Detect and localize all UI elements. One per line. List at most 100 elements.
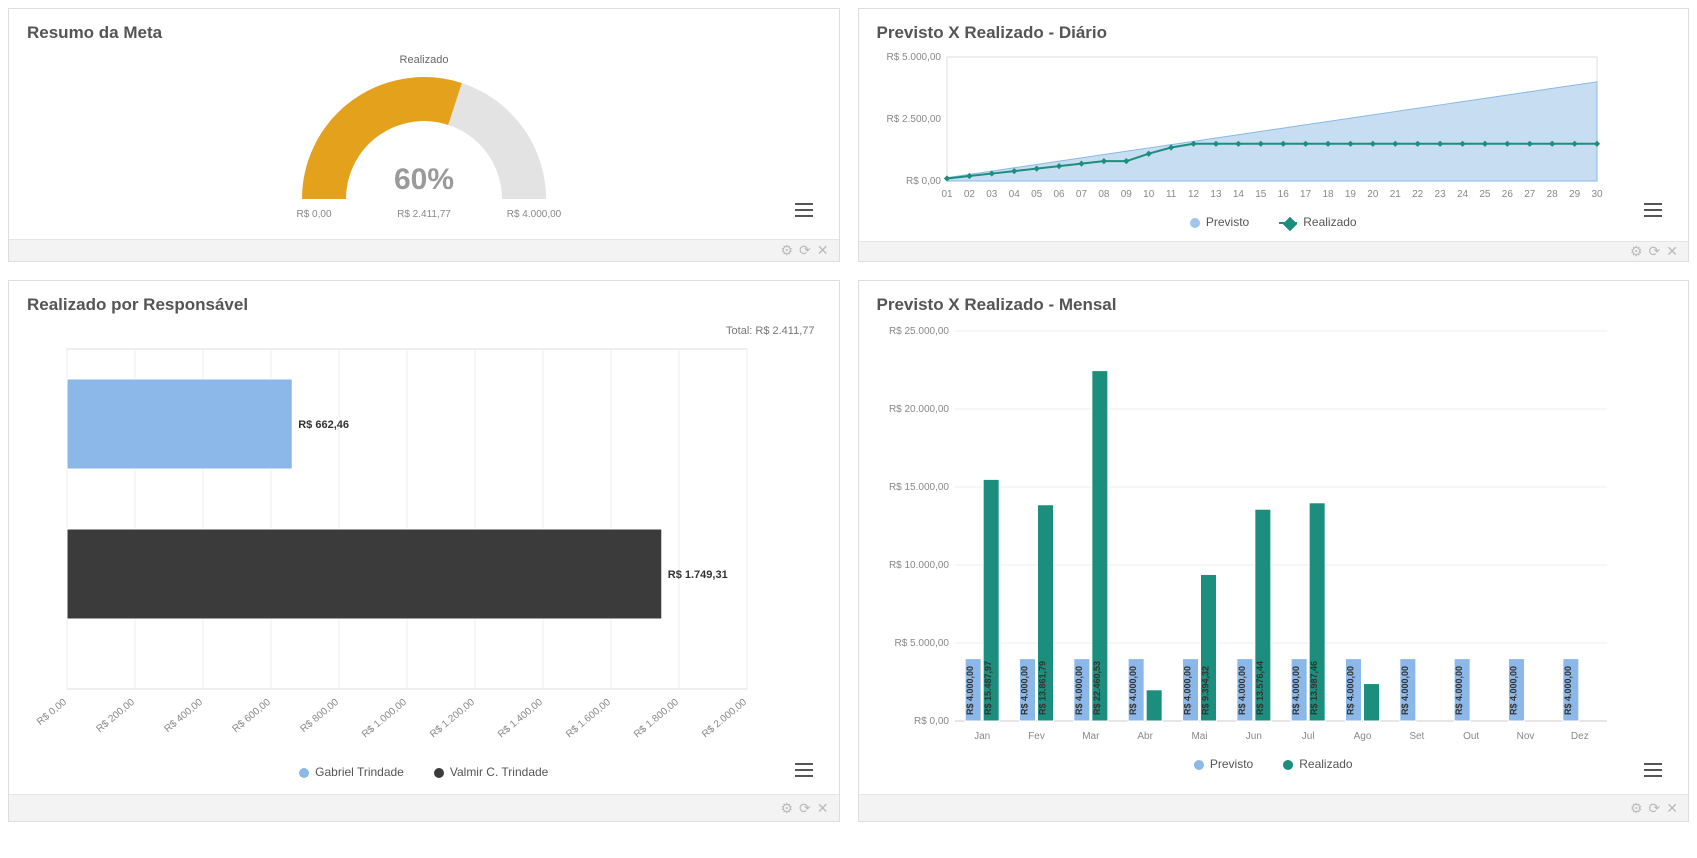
chart-menu-button[interactable] <box>795 763 813 777</box>
gear-icon[interactable]: ⚙ <box>1630 243 1643 260</box>
svg-text:R$ 4.000,00: R$ 4.000,00 <box>1345 666 1355 715</box>
svg-text:R$ 0,00: R$ 0,00 <box>905 176 940 187</box>
svg-text:30: 30 <box>1591 189 1603 200</box>
refresh-icon[interactable]: ⟳ <box>1649 243 1661 260</box>
svg-text:Ago: Ago <box>1353 731 1371 742</box>
svg-text:R$ 4.000,00: R$ 4.000,00 <box>1019 666 1029 715</box>
card-title: Previsto X Realizado - Diário <box>859 9 1689 49</box>
svg-text:R$ 4.000,00: R$ 4.000,00 <box>1182 666 1192 715</box>
svg-text:R$ 800,00: R$ 800,00 <box>298 697 341 735</box>
svg-text:Set: Set <box>1409 731 1424 742</box>
card-footer: ⚙ ⟳ ✕ <box>859 794 1689 821</box>
svg-text:R$ 4.000,00: R$ 4.000,00 <box>1399 666 1409 715</box>
svg-text:27: 27 <box>1524 189 1536 200</box>
refresh-icon[interactable]: ⟳ <box>1649 800 1661 817</box>
svg-text:R$ 2.000,00: R$ 2.000,00 <box>700 697 749 741</box>
svg-text:R$ 15.000,00: R$ 15.000,00 <box>888 482 948 493</box>
card-resumo-meta: Resumo da Meta Realizado 60% R$ 0,00 R$ … <box>8 8 840 262</box>
refresh-icon[interactable]: ⟳ <box>799 800 811 817</box>
card-footer: ⚙ ⟳ ✕ <box>859 241 1689 261</box>
close-icon[interactable]: ✕ <box>817 800 829 817</box>
svg-text:18: 18 <box>1322 189 1334 200</box>
gear-icon[interactable]: ⚙ <box>780 800 793 817</box>
svg-text:Nov: Nov <box>1516 731 1534 742</box>
svg-text:R$ 22.460,53: R$ 22.460,53 <box>1091 661 1101 715</box>
svg-text:04: 04 <box>1008 189 1020 200</box>
close-icon[interactable]: ✕ <box>1666 243 1678 260</box>
svg-text:R$ 1.400,00: R$ 1.400,00 <box>496 697 545 741</box>
svg-text:07: 07 <box>1075 189 1087 200</box>
svg-text:Fev: Fev <box>1028 731 1045 742</box>
svg-text:R$ 4.000,00: R$ 4.000,00 <box>1562 666 1572 715</box>
svg-text:R$ 4.000,00: R$ 4.000,00 <box>1128 666 1138 715</box>
svg-text:R$ 200,00: R$ 200,00 <box>94 697 137 735</box>
svg-text:R$ 4.000,00: R$ 4.000,00 <box>1508 666 1518 715</box>
svg-text:R$ 9.394,32: R$ 9.394,32 <box>1200 666 1210 715</box>
svg-text:R$ 1.800,00: R$ 1.800,00 <box>632 697 681 741</box>
svg-text:R$ 600,00: R$ 600,00 <box>230 697 273 735</box>
svg-text:Mai: Mai <box>1191 731 1207 742</box>
svg-text:19: 19 <box>1344 189 1356 200</box>
gauge-percent: 60% <box>394 163 454 196</box>
gauge-top-label: Realizado <box>399 54 448 66</box>
svg-text:R$ 4.000,00: R$ 4.000,00 <box>965 666 975 715</box>
svg-text:24: 24 <box>1456 189 1468 200</box>
card-footer: ⚙ ⟳ ✕ <box>9 794 839 821</box>
close-icon[interactable]: ✕ <box>1666 800 1678 817</box>
svg-text:R$ 13.576,44: R$ 13.576,44 <box>1254 661 1264 715</box>
responsavel-chart: R$ 0,00R$ 200,00R$ 400,00R$ 600,00R$ 800… <box>27 339 767 759</box>
svg-text:R$ 15.487,97: R$ 15.487,97 <box>983 661 993 715</box>
svg-text:16: 16 <box>1277 189 1289 200</box>
svg-text:R$ 20.000,00: R$ 20.000,00 <box>888 404 948 415</box>
svg-text:R$ 13.987,46: R$ 13.987,46 <box>1309 661 1319 715</box>
svg-text:08: 08 <box>1098 189 1110 200</box>
svg-text:14: 14 <box>1232 189 1244 200</box>
chart-legend: Gabriel Trindade Valmir C. Trindade <box>27 759 821 781</box>
svg-text:R$ 1.000,00: R$ 1.000,00 <box>360 697 409 741</box>
card-realizado-responsavel: Realizado por Responsável Total: R$ 2.41… <box>8 280 840 822</box>
svg-text:09: 09 <box>1120 189 1132 200</box>
chart-menu-button[interactable] <box>1644 763 1662 777</box>
svg-text:11: 11 <box>1165 189 1176 200</box>
svg-text:17: 17 <box>1300 189 1312 200</box>
svg-text:26: 26 <box>1501 189 1513 200</box>
refresh-icon[interactable]: ⟳ <box>799 242 811 259</box>
svg-text:Abr: Abr <box>1137 731 1153 742</box>
svg-text:R$ 662,46: R$ 662,46 <box>298 419 349 431</box>
svg-text:15: 15 <box>1255 189 1267 200</box>
svg-text:28: 28 <box>1546 189 1558 200</box>
svg-text:29: 29 <box>1569 189 1581 200</box>
card-footer: ⚙ ⟳ ✕ <box>9 239 839 261</box>
svg-text:02: 02 <box>963 189 975 200</box>
svg-text:Jul: Jul <box>1301 731 1314 742</box>
svg-text:21: 21 <box>1389 189 1401 200</box>
gauge-min: R$ 0,00 <box>296 209 331 220</box>
svg-text:R$ 4.000,00: R$ 4.000,00 <box>1291 666 1301 715</box>
close-icon[interactable]: ✕ <box>817 242 829 259</box>
svg-text:12: 12 <box>1187 189 1199 200</box>
card-previsto-realizado-diario: Previsto X Realizado - Diário R$ 0,00R$ … <box>858 8 1690 262</box>
svg-text:Jan: Jan <box>974 731 990 742</box>
svg-text:R$ 5.000,00: R$ 5.000,00 <box>886 52 941 63</box>
daily-chart: R$ 0,00R$ 2.500,00R$ 5.000,0001020304050… <box>877 49 1607 209</box>
svg-text:R$ 1.200,00: R$ 1.200,00 <box>428 697 477 741</box>
svg-text:Mar: Mar <box>1082 731 1100 742</box>
chart-legend: Previsto Realizado <box>877 209 1671 231</box>
card-title: Resumo da Meta <box>9 9 839 49</box>
gear-icon[interactable]: ⚙ <box>1630 800 1643 817</box>
chart-menu-button[interactable] <box>795 203 813 217</box>
svg-text:10: 10 <box>1143 189 1155 200</box>
svg-text:R$ 5.000,00: R$ 5.000,00 <box>894 638 949 649</box>
chart-menu-button[interactable] <box>1644 203 1662 217</box>
svg-text:R$ 10.000,00: R$ 10.000,00 <box>888 560 948 571</box>
gauge-mid: R$ 2.411,77 <box>397 209 451 220</box>
svg-text:Jun: Jun <box>1245 731 1261 742</box>
gear-icon[interactable]: ⚙ <box>780 242 793 259</box>
svg-text:22: 22 <box>1412 189 1424 200</box>
svg-text:R$ 0,00: R$ 0,00 <box>913 716 948 727</box>
chart-legend: Previsto Realizado <box>877 751 1671 773</box>
monthly-chart: R$ 0,00 R$ 5.000,00 R$ 10.000,00 R$ 15.000,… <box>877 321 1617 751</box>
svg-text:R$ 4.000,00: R$ 4.000,00 <box>1073 666 1083 715</box>
svg-text:Dez: Dez <box>1570 731 1588 742</box>
svg-text:R$ 400,00: R$ 400,00 <box>162 697 205 735</box>
